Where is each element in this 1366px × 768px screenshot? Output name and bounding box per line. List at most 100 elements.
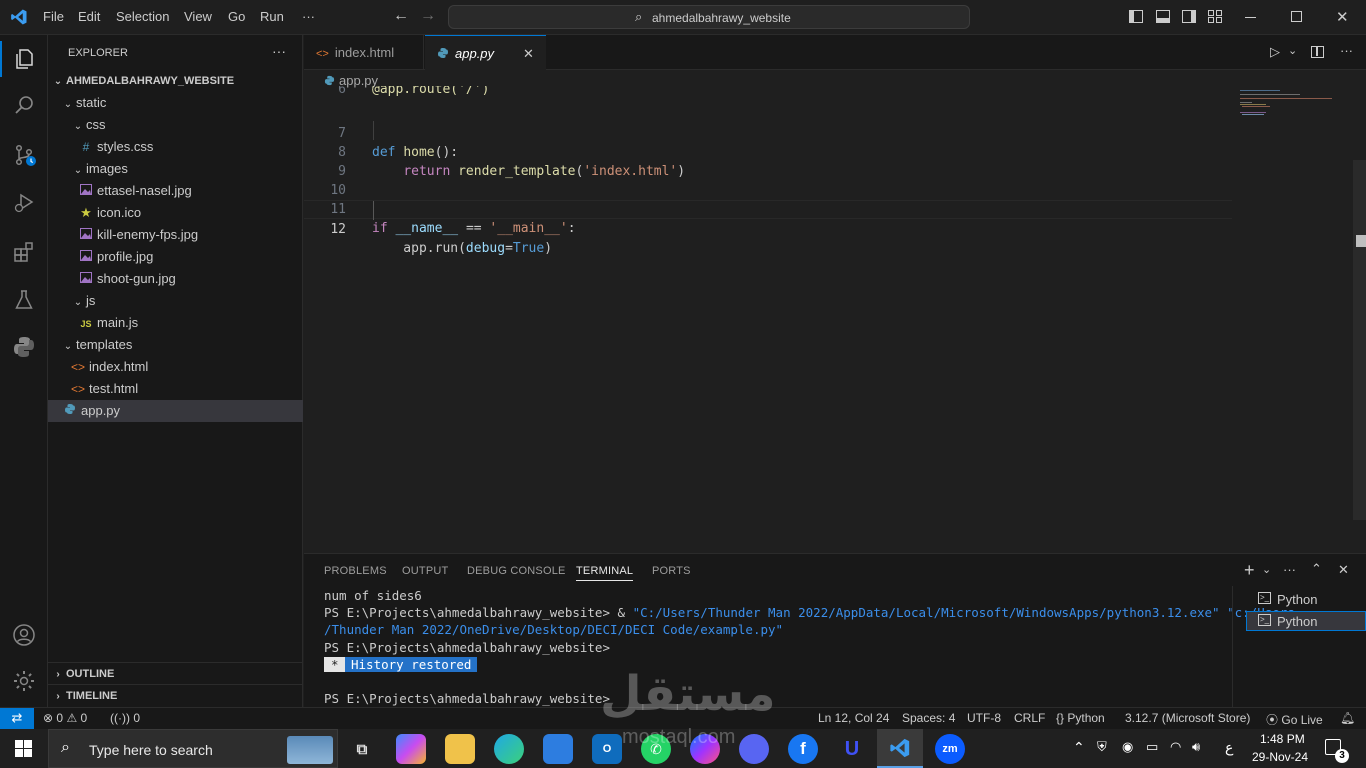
forward-arrow-icon[interactable]: → bbox=[420, 7, 436, 25]
toggle-secondary-sidebar-icon[interactable] bbox=[1182, 10, 1196, 23]
tree-file-kill-enemy-fps[interactable]: kill-enemy-fps.jpg bbox=[48, 224, 303, 246]
split-editor-icon[interactable] bbox=[1311, 46, 1324, 58]
tab-terminal[interactable]: TERMINAL bbox=[576, 565, 634, 581]
editor-scrollbar[interactable] bbox=[1353, 160, 1366, 520]
clock-time[interactable]: 1:48 PM bbox=[1260, 732, 1305, 746]
whatsapp-icon[interactable]: ✆ bbox=[641, 734, 671, 764]
menu-run[interactable]: Run bbox=[260, 9, 284, 24]
wifi-icon[interactable]: ◠ bbox=[1170, 739, 1181, 755]
close-panel-icon[interactable]: ✕ bbox=[1338, 562, 1349, 578]
tree-folder-templates[interactable]: ⌄ templates bbox=[48, 334, 303, 356]
ports-status[interactable]: ((·)) 0 bbox=[110, 711, 140, 725]
copilot-icon[interactable] bbox=[396, 734, 426, 764]
language-mode[interactable]: {} Python bbox=[1056, 711, 1105, 725]
tree-file-index-html[interactable]: <> index.html bbox=[48, 356, 303, 378]
notifications-bell-icon[interactable]: 🔔︎ bbox=[1340, 711, 1355, 725]
close-window-icon[interactable]: ✕ bbox=[1336, 8, 1349, 26]
code-editor[interactable]: app.py 6 @app.route('/') 7 def home(): 8… bbox=[304, 70, 1366, 553]
workspace-root[interactable]: ⌄ AHMEDALBAHRAWY_WEBSITE bbox=[48, 70, 303, 92]
panel-more-icon[interactable]: ··· bbox=[1283, 562, 1296, 577]
tab-output[interactable]: OUTPUT bbox=[402, 565, 448, 577]
search-activity-icon[interactable] bbox=[0, 85, 48, 125]
zoom-icon[interactable]: zm bbox=[935, 734, 965, 764]
toggle-sidebar-icon[interactable] bbox=[1129, 10, 1143, 23]
command-center-search[interactable]: ⌕ ahmedalbahrawy_website bbox=[448, 5, 970, 29]
python-interpreter[interactable]: 3.12.7 (Microsoft Store) bbox=[1125, 711, 1250, 725]
tree-file-test-html[interactable]: <> test.html bbox=[48, 378, 303, 400]
battery-icon[interactable]: ▭ bbox=[1146, 739, 1158, 755]
tree-file-main-js[interactable]: JS main.js bbox=[48, 312, 303, 334]
tab-debug-console[interactable]: DEBUG CONSOLE bbox=[467, 565, 566, 577]
run-file-icon[interactable]: ▷ bbox=[1270, 44, 1280, 60]
tab-problems[interactable]: PROBLEMS bbox=[324, 565, 387, 577]
account-icon[interactable] bbox=[0, 615, 48, 655]
toggle-panel-icon[interactable] bbox=[1156, 10, 1170, 23]
windows-start-icon[interactable] bbox=[15, 740, 32, 760]
tab-index-html[interactable]: <> index.html bbox=[304, 35, 424, 70]
messenger-icon[interactable] bbox=[690, 734, 720, 764]
cursor-position[interactable]: Ln 12, Col 24 bbox=[818, 711, 889, 725]
menu-selection[interactable]: Selection bbox=[116, 9, 169, 24]
terminal-path-link[interactable]: /Thunder Man 2022/OneDrive/Desktop/DECI/… bbox=[324, 622, 783, 637]
edge-browser-icon[interactable] bbox=[494, 734, 524, 764]
indentation[interactable]: Spaces: 4 bbox=[902, 711, 955, 725]
chevron-down-icon[interactable]: ⌄ bbox=[1288, 44, 1297, 57]
webcam-icon[interactable]: ◉ bbox=[1122, 739, 1133, 755]
terminal-instance-python-2[interactable]: >_ Python bbox=[1246, 611, 1366, 631]
tree-folder-js[interactable]: ⌄ js bbox=[48, 290, 303, 312]
manage-gear-icon[interactable] bbox=[0, 661, 48, 701]
taskbar-search-box[interactable]: ⌕ Type here to search bbox=[48, 729, 338, 768]
menu-go[interactable]: Go bbox=[228, 9, 245, 24]
customize-layout-icon[interactable] bbox=[1208, 10, 1222, 23]
problems-status[interactable]: ⊗ 0 ⚠ 0 bbox=[43, 711, 87, 725]
security-shield-icon[interactable]: ⛨ bbox=[1097, 739, 1107, 755]
volume-icon[interactable]: 🔊︎ bbox=[1192, 739, 1200, 755]
explorer-icon[interactable] bbox=[0, 39, 48, 79]
run-debug-icon[interactable] bbox=[0, 183, 48, 223]
minimap[interactable] bbox=[1240, 90, 1340, 120]
upwork-icon[interactable]: U bbox=[837, 734, 867, 764]
input-language[interactable]: ع bbox=[1225, 739, 1233, 756]
back-arrow-icon[interactable]: ← bbox=[393, 7, 409, 25]
source-control-icon[interactable] bbox=[0, 135, 48, 175]
tree-folder-images[interactable]: ⌄ images bbox=[48, 158, 303, 180]
file-explorer-icon[interactable] bbox=[445, 734, 475, 764]
timeline-section[interactable]: › TIMELINE bbox=[48, 684, 303, 706]
terminal-path-link[interactable]: "C:/Users/Thunder Man 2022/AppData/Local… bbox=[633, 605, 1295, 620]
explorer-more-icon[interactable]: ··· bbox=[272, 43, 286, 59]
close-tab-icon[interactable]: ✕ bbox=[523, 36, 534, 71]
extensions-icon[interactable] bbox=[0, 232, 48, 272]
terminal-instance-python-1[interactable]: >_ Python bbox=[1246, 589, 1366, 609]
menu-more[interactable]: ··· bbox=[302, 9, 315, 24]
tab-app-py[interactable]: app.py ✕ bbox=[425, 35, 546, 71]
outline-section[interactable]: › OUTLINE bbox=[48, 662, 303, 684]
menu-view[interactable]: View bbox=[184, 9, 212, 24]
tree-file-app-py[interactable]: app.py bbox=[48, 400, 303, 422]
tree-file-styles-css[interactable]: # styles.css bbox=[48, 136, 303, 158]
microsoft-store-icon[interactable] bbox=[543, 734, 573, 764]
maximize-panel-chevron-up-icon[interactable]: ⌃ bbox=[1311, 561, 1322, 577]
remote-indicator-icon[interactable]: ⇄ bbox=[0, 708, 34, 729]
task-view-icon[interactable]: ⧉ bbox=[347, 734, 377, 764]
tree-folder-css[interactable]: ⌄ css bbox=[48, 114, 303, 136]
tree-file-ettasel-nasel[interactable]: ettasel-nasel.jpg bbox=[48, 180, 303, 202]
editor-more-icon[interactable]: ··· bbox=[1340, 43, 1353, 58]
clock-date[interactable]: 29-Nov-24 bbox=[1252, 750, 1308, 764]
testing-flask-icon[interactable] bbox=[0, 280, 48, 320]
minimize-icon[interactable] bbox=[1245, 17, 1256, 18]
restore-icon[interactable] bbox=[1291, 11, 1302, 22]
go-live-button[interactable]: ⦿ Go Live bbox=[1266, 711, 1323, 728]
end-of-line[interactable]: CRLF bbox=[1014, 711, 1045, 725]
encoding[interactable]: UTF-8 bbox=[967, 711, 1001, 725]
tree-file-shoot-gun[interactable]: shoot-gun.jpg bbox=[48, 268, 303, 290]
show-hidden-icons-chevron-up-icon[interactable]: ⌃ bbox=[1073, 739, 1085, 756]
tree-folder-static[interactable]: ⌄ static bbox=[48, 92, 303, 114]
facebook-icon[interactable]: f bbox=[788, 734, 818, 764]
new-terminal-plus-icon[interactable]: + bbox=[1244, 560, 1255, 581]
outlook-icon[interactable]: O bbox=[592, 734, 622, 764]
menu-edit[interactable]: Edit bbox=[78, 9, 100, 24]
terminal-prompt[interactable]: PS E:\Projects\ahmedalbahrawy_website> bbox=[324, 691, 618, 706]
python-icon[interactable] bbox=[0, 327, 48, 367]
menu-file[interactable]: File bbox=[43, 9, 64, 24]
discord-icon[interactable] bbox=[739, 734, 769, 764]
